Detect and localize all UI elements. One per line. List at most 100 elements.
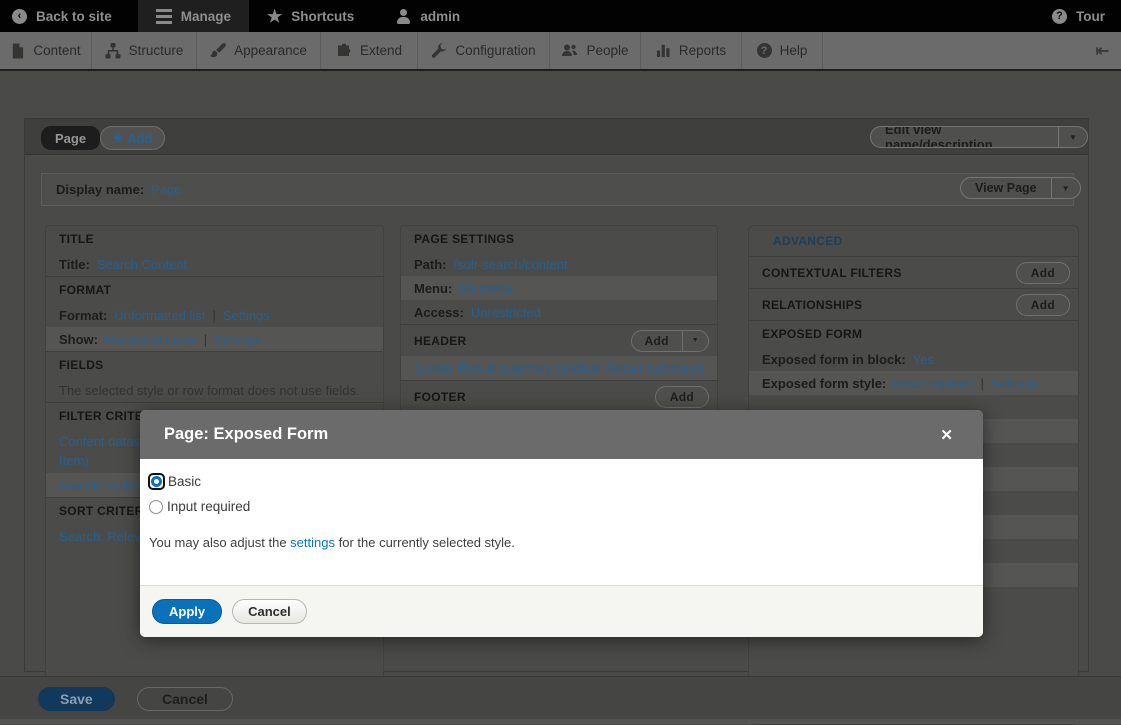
menu-item-label: People	[586, 43, 628, 58]
save-button[interactable]: Save	[38, 687, 115, 711]
contextual-filters-add-button[interactable]: Add	[1016, 262, 1070, 284]
tab-page-display[interactable]: Page	[41, 126, 100, 150]
title-row[interactable]: Title: Search Content	[46, 252, 383, 276]
edit-view-name-button[interactable]: Edit view name/description ▼	[870, 126, 1088, 148]
cancel-button[interactable]: Cancel	[137, 687, 233, 711]
shortcuts-label: Shortcuts	[291, 9, 354, 24]
radio-input-required-label: Input required	[167, 499, 250, 514]
separator: |	[204, 330, 207, 349]
user-icon	[396, 9, 411, 24]
bucket-fields: FIELDS The selected style or row format …	[46, 351, 383, 402]
header-add-button[interactable]: Add ▼	[631, 330, 709, 352]
format-heading: FORMAT	[46, 277, 383, 303]
path-value-link[interactable]: /solr-search/content	[454, 255, 568, 274]
show-settings-link[interactable]: Settings	[214, 330, 261, 349]
footer-add-button[interactable]: Add	[655, 386, 709, 408]
edit-view-name-label: Edit view name/description	[871, 127, 1058, 147]
display-name-link[interactable]: Page	[151, 182, 181, 197]
format-settings-link[interactable]: Settings	[223, 306, 270, 325]
tour-question-icon: ?	[1052, 9, 1067, 24]
admin-menu-tray: Content Structure Appearance Extend Conf…	[0, 32, 1121, 71]
menu-item-label: Configuration	[455, 43, 535, 58]
exposed-form-in-block-row[interactable]: Exposed form in block: Yes	[749, 347, 1078, 371]
exposed-form-style-row[interactable]: Exposed form style: Input required | Set…	[749, 371, 1078, 395]
toolbar-spacer	[470, 0, 1042, 32]
note-prefix: You may also adjust the	[149, 535, 290, 550]
add-display-label: Add	[127, 131, 152, 146]
menu-row[interactable]: Menu: No menu	[401, 276, 717, 300]
menu-item-configuration[interactable]: Configuration	[418, 32, 550, 69]
display-name-label: Display name:	[56, 182, 144, 197]
footer-heading-row: FOOTER Add	[401, 381, 717, 412]
people-icon	[561, 43, 578, 59]
show-value-link[interactable]: Rendered entity	[105, 330, 197, 349]
separator: |	[212, 306, 215, 325]
back-to-site-button[interactable]: ‹ Back to site	[2, 0, 122, 32]
apply-button[interactable]: Apply	[152, 599, 222, 624]
menu-item-extend[interactable]: Extend	[321, 32, 418, 69]
exposed-form-in-block-link[interactable]: Yes	[913, 350, 934, 369]
menu-value-link[interactable]: No menu	[459, 279, 512, 298]
menu-item-people[interactable]: People	[550, 32, 641, 69]
document-icon	[10, 43, 25, 59]
plus-icon: ✚	[113, 131, 123, 145]
toolbar-orientation-toggle[interactable]: ⇤	[1084, 32, 1121, 69]
tray-spacer	[823, 32, 1084, 69]
puzzle-icon	[336, 43, 352, 59]
access-value-link[interactable]: Unrestricted	[471, 303, 541, 322]
exposed-form-dialog: Page: Exposed Form ✕ Basic Input require…	[140, 410, 983, 637]
advanced-toggle[interactable]: ADVANCED	[749, 226, 1078, 256]
menu-item-appearance[interactable]: Appearance	[197, 32, 321, 69]
format-value-link[interactable]: Unformatted list	[114, 306, 205, 325]
menu-item-label: Extend	[360, 43, 402, 58]
menu-item-label: Content	[33, 43, 80, 58]
display-name-bar: Display name: Page	[41, 173, 1074, 206]
bucket-format: FORMAT Format: Unformatted list | Settin…	[46, 276, 383, 351]
access-row[interactable]: Access: Unrestricted	[401, 300, 717, 324]
header-result-summary-row[interactable]: Global: Result summary (Global: Result s…	[401, 356, 717, 380]
chevron-down-icon[interactable]: ▼	[682, 331, 708, 351]
show-row[interactable]: Show: Rendered entity | Settings	[46, 327, 383, 351]
display-tabs-strip: Page ✚ Add Edit view name/description ▼	[25, 119, 1088, 155]
hamburger-icon	[156, 9, 172, 24]
relationships-heading: RELATIONSHIPS	[762, 298, 862, 312]
title-label: Title:	[59, 255, 90, 274]
close-icon[interactable]: ✕	[934, 424, 959, 446]
manage-menu-button[interactable]: Manage	[138, 0, 249, 32]
chevron-down-icon[interactable]: ▼	[1058, 127, 1087, 147]
menu-item-label: Help	[780, 43, 808, 58]
title-value-link[interactable]: Search Content	[97, 255, 187, 274]
chevron-down-icon[interactable]: ▼	[1051, 178, 1080, 198]
menu-item-content[interactable]: Content	[0, 32, 92, 69]
radio-option-basic[interactable]: Basic	[148, 473, 973, 490]
format-row[interactable]: Format: Unformatted list | Settings	[46, 303, 383, 327]
fields-note: The selected style or row format does no…	[46, 378, 383, 402]
title-heading: TITLE	[46, 226, 383, 252]
path-row[interactable]: Path: /solr-search/content	[401, 252, 717, 276]
add-display-button[interactable]: ✚ Add	[100, 126, 165, 150]
fields-heading: FIELDS	[46, 352, 383, 378]
view-page-button[interactable]: View Page ▼	[960, 177, 1081, 199]
menu-item-help[interactable]: ? Help	[742, 32, 823, 69]
dialog-cancel-button[interactable]: Cancel	[232, 599, 307, 624]
bucket-page-settings: PAGE SETTINGS Path: /solr-search/content…	[401, 226, 717, 324]
tour-button[interactable]: ? Tour	[1042, 0, 1115, 32]
exposed-form-in-block-label: Exposed form in block:	[762, 350, 906, 369]
exposed-form-style-settings-link[interactable]: Settings	[991, 374, 1038, 393]
settings-link[interactable]: settings	[290, 535, 335, 550]
radio-selected-icon[interactable]	[148, 473, 165, 490]
exposed-form-style-label: Exposed form style:	[762, 374, 886, 393]
exposed-form-style-link[interactable]: Input required	[893, 374, 973, 393]
bucket-relationships: RELATIONSHIPS Add	[749, 288, 1078, 320]
dialog-body: Basic Input required You may also adjust…	[140, 459, 983, 585]
result-summary-link[interactable]: Global: Result summary (Global: Result s…	[414, 359, 704, 378]
menu-item-reports[interactable]: Reports	[641, 32, 742, 69]
relationships-add-button[interactable]: Add	[1016, 294, 1070, 316]
dialog-titlebar[interactable]: Page: Exposed Form ✕	[140, 410, 983, 459]
shortcuts-button[interactable]: ★ Shortcuts	[257, 0, 364, 32]
user-menu-button[interactable]: admin	[386, 0, 470, 32]
menu-item-structure[interactable]: Structure	[92, 32, 197, 69]
wrench-icon	[431, 43, 447, 59]
radio-option-input-required[interactable]: Input required	[148, 499, 973, 514]
radio-unselected-icon[interactable]	[149, 500, 163, 514]
